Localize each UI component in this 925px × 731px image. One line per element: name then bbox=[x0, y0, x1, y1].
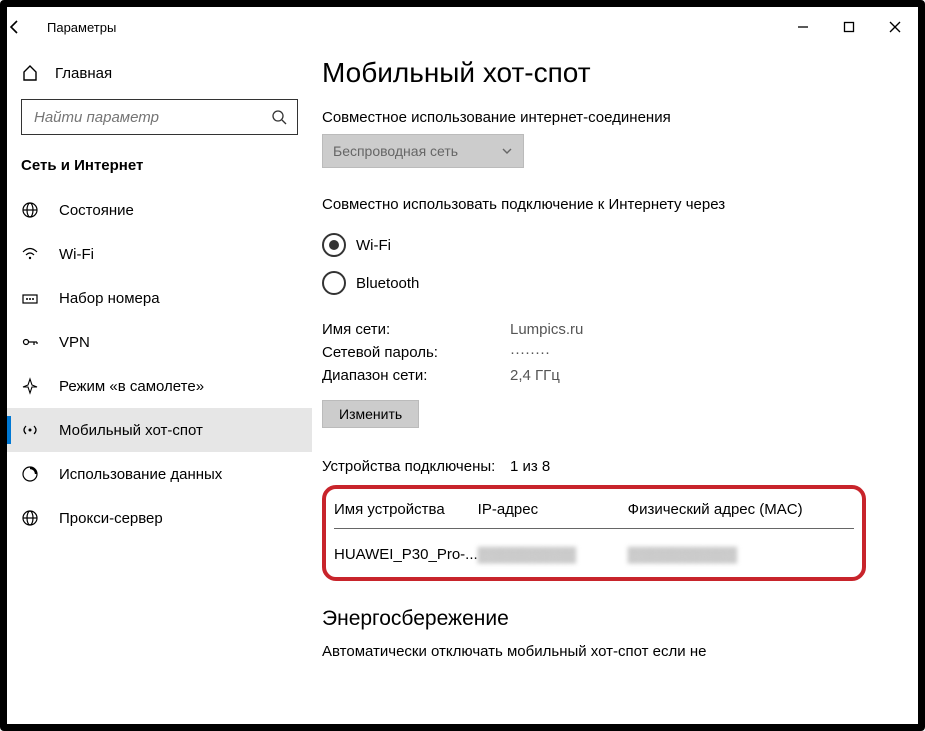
vpn-icon bbox=[21, 333, 41, 351]
dialup-icon bbox=[21, 289, 41, 307]
radio-circle-icon bbox=[322, 271, 346, 295]
sidebar: Главная Сеть и Интернет Состояние bbox=[7, 47, 312, 724]
col-device-name: Имя устройства bbox=[334, 495, 478, 529]
col-ip: IP-адрес bbox=[478, 495, 628, 529]
proxy-icon bbox=[21, 509, 41, 527]
cell-device-name: HUAWEI_P30_Pro-... bbox=[334, 530, 478, 567]
sidebar-item-label: Использование данных bbox=[59, 466, 222, 483]
devices-connected-count: 1 из 8 bbox=[510, 458, 550, 475]
devices-connected-label: Устройства подключены: bbox=[322, 458, 510, 475]
title-bar: Параметры bbox=[7, 7, 918, 47]
chevron-down-icon bbox=[501, 145, 513, 157]
sidebar-item-hotspot[interactable]: Мобильный хот-спот bbox=[7, 408, 312, 452]
sidebar-item-status[interactable]: Состояние bbox=[7, 188, 312, 232]
net-pass-value: ········ bbox=[510, 344, 550, 361]
sidebar-item-wifi[interactable]: Wi-Fi bbox=[7, 232, 312, 276]
table-row: HUAWEI_P30_Pro-... ▓▓▓▓▓▓▓▓▓ ▓▓▓▓▓▓▓▓▓▓ bbox=[334, 530, 854, 567]
share-connection-dropdown[interactable]: Беспроводная сеть bbox=[322, 134, 524, 168]
search-input[interactable] bbox=[21, 99, 298, 135]
sidebar-item-label: Режим «в самолете» bbox=[59, 378, 204, 395]
maximize-button[interactable] bbox=[826, 7, 872, 47]
sidebar-category: Сеть и Интернет bbox=[7, 149, 312, 188]
radio-wifi-label: Wi-Fi bbox=[356, 237, 391, 254]
share-over-label: Совместно использовать подключение к Инт… bbox=[322, 196, 894, 213]
radio-bluetooth[interactable]: Bluetooth bbox=[322, 271, 894, 295]
window-title: Параметры bbox=[47, 20, 116, 35]
radio-wifi[interactable]: Wi-Fi bbox=[322, 233, 894, 257]
sidebar-item-datausage[interactable]: Использование данных bbox=[7, 452, 312, 496]
sidebar-item-label: Состояние bbox=[59, 202, 134, 219]
sidebar-item-airplane[interactable]: Режим «в самолете» bbox=[7, 364, 312, 408]
page-title: Мобильный хот-спот bbox=[322, 57, 894, 89]
radio-bt-label: Bluetooth bbox=[356, 275, 419, 292]
col-mac: Физический адрес (MAC) bbox=[628, 495, 854, 529]
sidebar-item-vpn[interactable]: VPN bbox=[7, 320, 312, 364]
sidebar-item-label: Прокси-сервер bbox=[59, 510, 163, 527]
sidebar-item-label: VPN bbox=[59, 334, 90, 351]
band-value: 2,4 ГГц bbox=[510, 367, 560, 384]
search-field[interactable] bbox=[32, 108, 271, 127]
sidebar-item-label: Набор номера bbox=[59, 290, 160, 307]
hotspot-icon bbox=[21, 421, 41, 439]
sidebar-item-dialup[interactable]: Набор номера bbox=[7, 276, 312, 320]
back-button[interactable] bbox=[7, 19, 47, 35]
sidebar-home-label: Главная bbox=[55, 65, 112, 82]
data-usage-icon bbox=[21, 465, 41, 483]
cell-ip: ▓▓▓▓▓▓▓▓▓ bbox=[478, 530, 628, 567]
content-panel: Мобильный хот-спот Совместное использова… bbox=[312, 47, 918, 724]
sidebar-item-label: Мобильный хот-спот bbox=[59, 422, 203, 439]
globe-icon bbox=[21, 201, 41, 219]
airplane-icon bbox=[21, 377, 41, 395]
sidebar-home[interactable]: Главная bbox=[7, 53, 312, 93]
power-saving-title: Энергосбережение bbox=[322, 607, 894, 631]
edit-button[interactable]: Изменить bbox=[322, 400, 419, 428]
radio-circle-icon bbox=[322, 233, 346, 257]
devices-highlight-box: Имя устройства IP-адрес Физический адрес… bbox=[322, 485, 866, 581]
dropdown-value: Беспроводная сеть bbox=[333, 143, 458, 159]
net-name-label: Имя сети: bbox=[322, 321, 510, 338]
home-icon bbox=[21, 64, 41, 82]
close-button[interactable] bbox=[872, 7, 918, 47]
net-pass-label: Сетевой пароль: bbox=[322, 344, 510, 361]
devices-table: Имя устройства IP-адрес Физический адрес… bbox=[334, 495, 854, 567]
wifi-icon bbox=[21, 245, 41, 263]
net-name-value: Lumpics.ru bbox=[510, 321, 583, 338]
share-connection-label: Совместное использование интернет-соедин… bbox=[322, 109, 894, 126]
power-saving-text: Автоматически отключать мобильный хот-сп… bbox=[322, 643, 894, 660]
cell-mac: ▓▓▓▓▓▓▓▓▓▓ bbox=[628, 530, 854, 567]
minimize-button[interactable] bbox=[780, 7, 826, 47]
sidebar-item-label: Wi-Fi bbox=[59, 246, 94, 263]
band-label: Диапазон сети: bbox=[322, 367, 510, 384]
sidebar-item-proxy[interactable]: Прокси-сервер bbox=[7, 496, 312, 540]
search-icon bbox=[271, 109, 287, 125]
